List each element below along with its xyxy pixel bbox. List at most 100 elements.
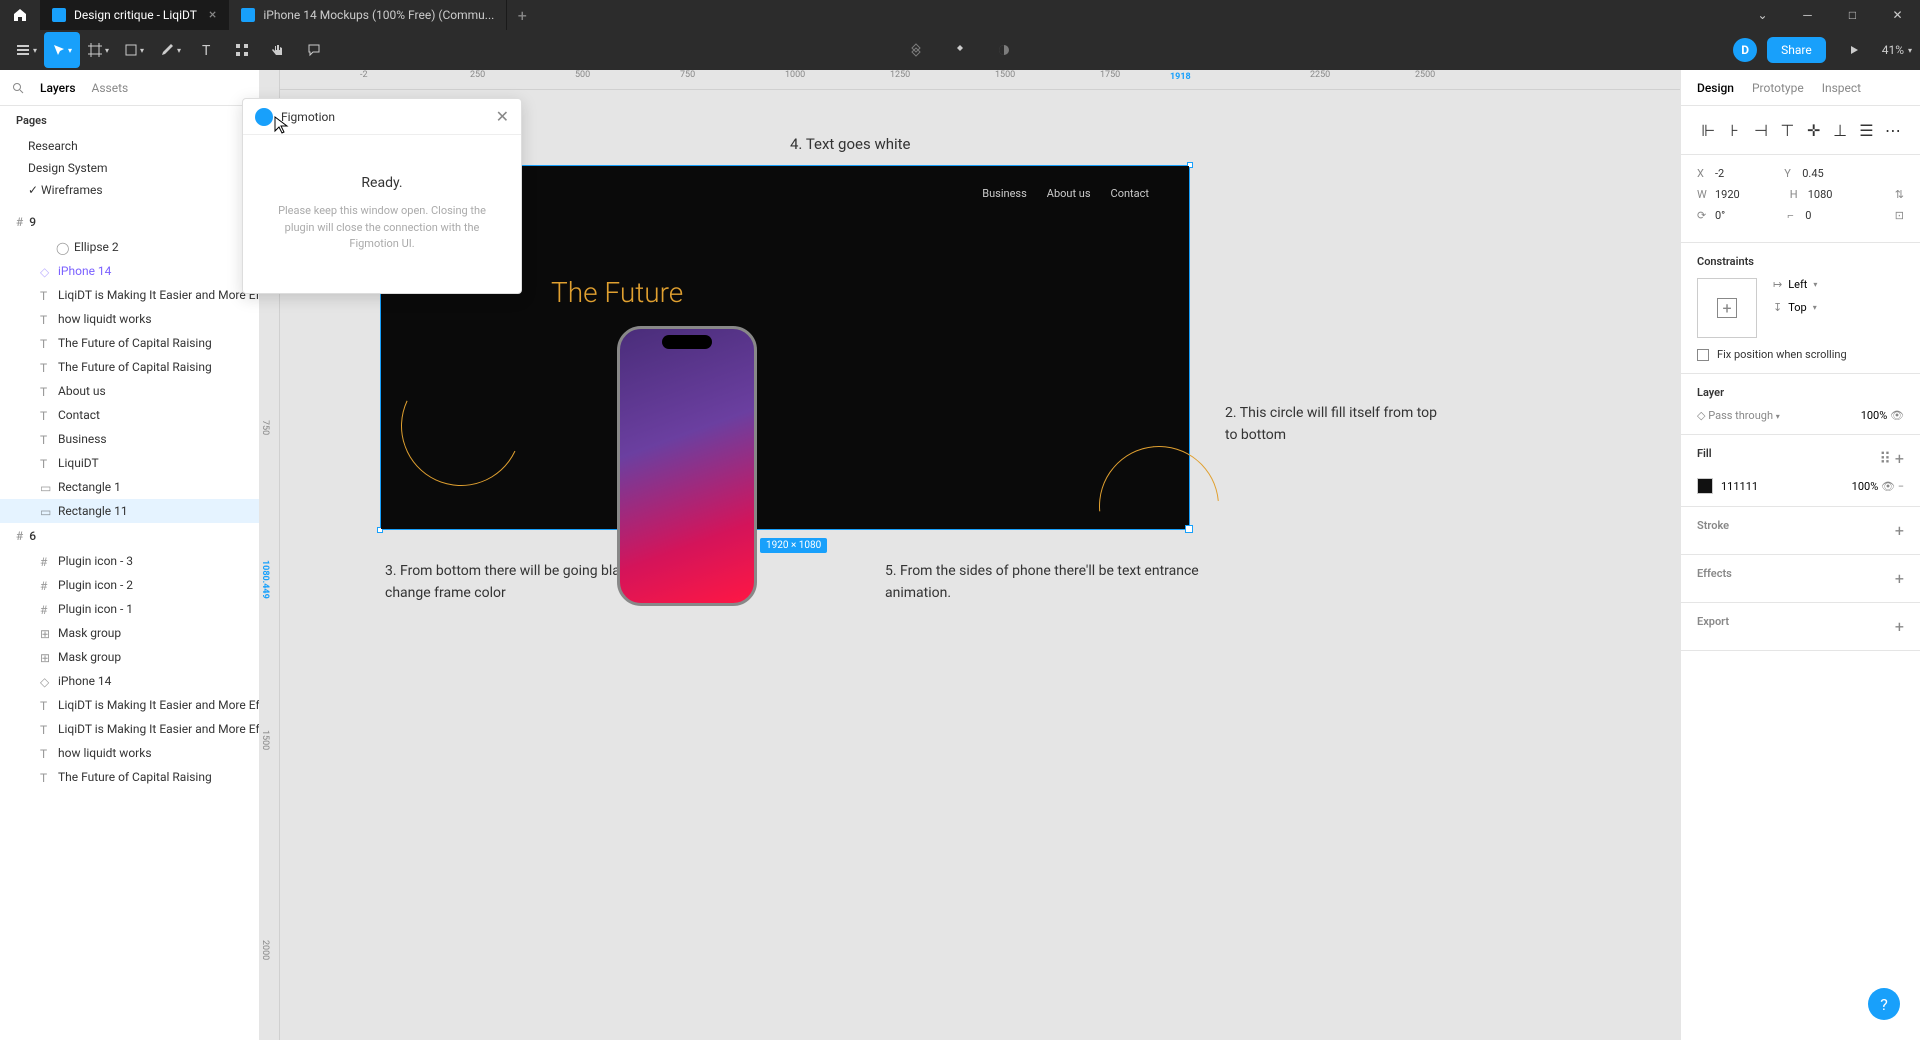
search-icon[interactable]: [12, 82, 24, 94]
constraint-v-select[interactable]: Top: [1788, 301, 1806, 314]
layer-item[interactable]: Thow liquidt works: [0, 741, 259, 765]
fill-hex-input[interactable]: 111111: [1721, 480, 1758, 493]
layer-item[interactable]: TLiqiDT is Making It Easier and More Eff…: [0, 283, 259, 307]
distribute-icon[interactable]: ☰: [1855, 118, 1877, 142]
fill-visibility-icon[interactable]: 👁: [1881, 480, 1895, 493]
align-left-icon[interactable]: ⊩: [1697, 118, 1719, 142]
layer-item[interactable]: #Plugin icon - 2: [0, 573, 259, 597]
avatar[interactable]: D: [1733, 38, 1757, 62]
shape-tool[interactable]: ▾: [116, 32, 152, 68]
w-input[interactable]: 1920: [1715, 188, 1740, 201]
opacity-input[interactable]: 100%: [1861, 409, 1888, 422]
constraints-widget[interactable]: [1697, 278, 1757, 338]
design-tab[interactable]: Design: [1697, 81, 1734, 95]
remove-fill-icon[interactable]: −: [1898, 480, 1904, 493]
align-center-v-icon[interactable]: ✛: [1803, 118, 1825, 142]
fill-opacity-input[interactable]: 100%: [1852, 480, 1879, 493]
layer-item[interactable]: ◇iPhone 14: [0, 259, 259, 283]
rotation-input[interactable]: 0°: [1715, 209, 1725, 222]
layer-item[interactable]: TThe Future of Capital Raising: [0, 765, 259, 789]
more-icon[interactable]: ⋯: [1882, 118, 1904, 142]
page-design-system[interactable]: Design System: [16, 157, 243, 179]
home-button[interactable]: [0, 0, 40, 30]
frame-header[interactable]: # 6: [0, 523, 259, 549]
plugin-message: Please keep this window open. Closing th…: [263, 203, 501, 253]
layer-item[interactable]: TLiqiDT is Making It Easier and More Eff…: [0, 717, 259, 741]
layer-item[interactable]: TLiquiDT: [0, 451, 259, 475]
x-input[interactable]: -2: [1715, 167, 1724, 180]
layer-item[interactable]: ⊞Mask group: [0, 621, 259, 645]
right-panel: Design Prototype Inspect ⊩ ⊦ ⊣ ⊤ ✛ ⊥ ☰ ⋯…: [1680, 70, 1920, 1040]
page-research[interactable]: Research: [16, 135, 243, 157]
layer-item[interactable]: TThe Future of Capital Raising: [0, 331, 259, 355]
annotation-2: 2. This circle will fill itself from top…: [1225, 402, 1445, 447]
visibility-icon[interactable]: 👁: [1890, 409, 1904, 422]
chevron-down-icon[interactable]: ⌄: [1740, 0, 1785, 30]
blend-mode-select[interactable]: Pass through: [1708, 409, 1773, 422]
layer-item[interactable]: #Plugin icon - 1: [0, 597, 259, 621]
help-button[interactable]: ?: [1868, 988, 1900, 1020]
text-tool[interactable]: T: [188, 32, 224, 68]
link-icon[interactable]: ⇅: [1895, 188, 1904, 201]
corner-detail-icon[interactable]: ⊡: [1895, 209, 1904, 222]
move-tool[interactable]: ▾: [44, 32, 80, 68]
maximize-button[interactable]: □: [1830, 0, 1875, 30]
nav-contact: Contact: [1111, 187, 1149, 200]
annotation-4: 4. Text goes white: [790, 135, 911, 153]
cursor-icon: [274, 116, 290, 136]
present-button[interactable]: [1836, 32, 1872, 68]
plugin-icon: [255, 108, 273, 126]
add-fill-icon[interactable]: +: [1895, 449, 1904, 468]
frame-tool[interactable]: ▾: [80, 32, 116, 68]
layer-item[interactable]: TLiqiDT is Making It Easier and More Eff…: [0, 693, 259, 717]
align-center-h-icon[interactable]: ⊦: [1723, 118, 1745, 142]
layer-item[interactable]: TContact: [0, 403, 259, 427]
align-bottom-icon[interactable]: ⊥: [1829, 118, 1851, 142]
resources-tool[interactable]: [224, 32, 260, 68]
layer-item[interactable]: TAbout us: [0, 379, 259, 403]
hand-tool[interactable]: [260, 32, 296, 68]
fix-position-checkbox[interactable]: [1697, 349, 1709, 361]
minimize-button[interactable]: ─: [1785, 0, 1830, 30]
close-icon[interactable]: ✕: [496, 107, 509, 126]
pen-tool[interactable]: ▾: [152, 32, 188, 68]
share-button[interactable]: Share: [1767, 37, 1826, 63]
tab-2[interactable]: iPhone 14 Mockups (100% Free) (Commu...: [229, 0, 507, 30]
corner-input[interactable]: 0: [1805, 209, 1811, 222]
align-top-icon[interactable]: ⊤: [1776, 118, 1798, 142]
layer-item[interactable]: ▭Rectangle 1: [0, 475, 259, 499]
zoom-control[interactable]: 41%▾: [1882, 43, 1912, 57]
layer-item[interactable]: ◇iPhone 14: [0, 669, 259, 693]
constraint-h-select[interactable]: Left: [1788, 278, 1807, 291]
add-effect-icon[interactable]: +: [1895, 569, 1904, 588]
add-export-icon[interactable]: +: [1895, 617, 1904, 636]
layer-item[interactable]: TBusiness: [0, 427, 259, 451]
menu-button[interactable]: ▾: [8, 32, 44, 68]
prototype-tab[interactable]: Prototype: [1752, 81, 1804, 95]
comment-tool[interactable]: [296, 32, 332, 68]
layer-item[interactable]: TThe Future of Capital Raising: [0, 355, 259, 379]
component-icon[interactable]: [898, 32, 934, 68]
add-stroke-icon[interactable]: +: [1895, 521, 1904, 540]
mask-icon[interactable]: [942, 32, 978, 68]
layer-item[interactable]: ▭Rectangle 11: [0, 499, 259, 523]
layers-tab[interactable]: Layers: [40, 81, 76, 95]
assets-tab[interactable]: Assets: [92, 81, 129, 95]
fill-swatch[interactable]: [1697, 478, 1713, 494]
new-tab-button[interactable]: +: [507, 0, 537, 30]
boolean-icon[interactable]: [986, 32, 1022, 68]
align-right-icon[interactable]: ⊣: [1750, 118, 1772, 142]
frame-header[interactable]: # 9: [0, 209, 259, 235]
layer-item[interactable]: ⊞Mask group: [0, 645, 259, 669]
layer-item[interactable]: Thow liquidt works: [0, 307, 259, 331]
h-input[interactable]: 1080: [1808, 188, 1833, 201]
inspect-tab[interactable]: Inspect: [1822, 81, 1861, 95]
tab-1[interactable]: Design critique - LiqiDT ×: [40, 0, 229, 30]
layer-item[interactable]: ◯Ellipse 2: [0, 235, 259, 259]
layer-item[interactable]: #Plugin icon - 3: [0, 549, 259, 573]
close-icon[interactable]: ×: [209, 7, 216, 23]
fill-styles-icon[interactable]: ⠿: [1879, 449, 1891, 468]
page-wireframes[interactable]: Wireframes: [16, 179, 243, 201]
close-button[interactable]: ✕: [1875, 0, 1920, 30]
y-input[interactable]: 0.45: [1802, 167, 1823, 180]
